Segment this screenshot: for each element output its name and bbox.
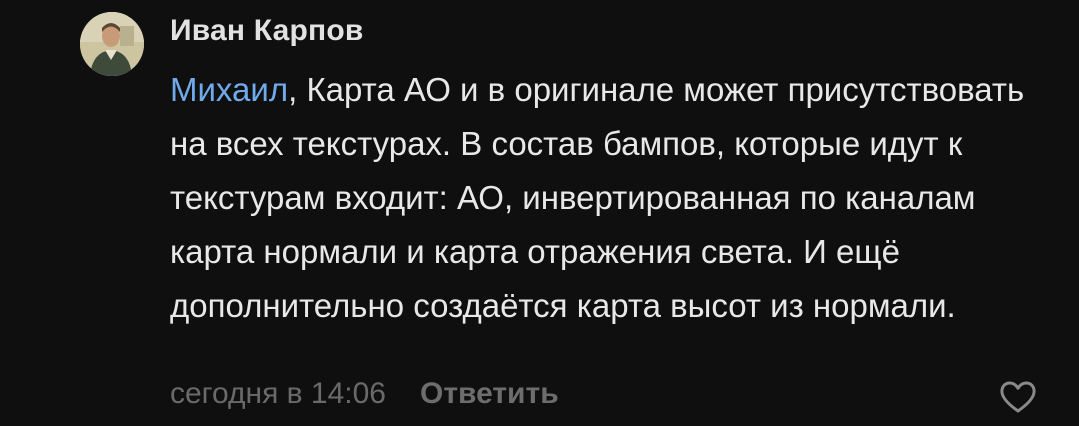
comment-body-text: , Карта АО и в оригинале может присутств…	[170, 71, 1025, 324]
avatar[interactable]	[80, 12, 144, 76]
comment-footer: сегодня в 14:06 Ответить	[170, 377, 559, 411]
comment-item: Иван Карпов Михаил, Карта АО и в оригина…	[0, 0, 1079, 426]
avatar-photo	[80, 12, 144, 76]
reply-button[interactable]: Ответить	[420, 377, 559, 410]
mention-link[interactable]: Михаил	[170, 71, 288, 108]
heart-outline-icon[interactable]	[999, 380, 1037, 414]
comment-text: Михаил, Карта АО и в оригинале может при…	[170, 63, 1050, 333]
author-name[interactable]: Иван Карпов	[170, 14, 364, 48]
comment-timestamp: сегодня в 14:06	[170, 377, 386, 410]
